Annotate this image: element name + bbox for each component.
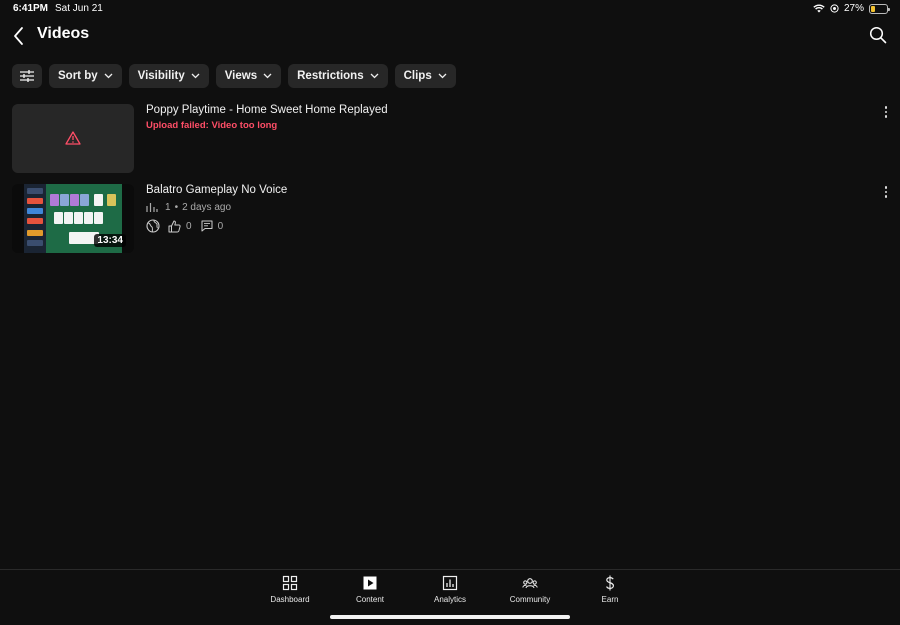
status-date: Sat Jun 21 xyxy=(55,3,103,14)
video-meta: 1 • 2 days ago xyxy=(146,202,231,213)
location-lock-icon xyxy=(830,4,839,13)
nav-label: Content xyxy=(355,595,385,604)
dollar-icon xyxy=(606,575,615,591)
content-icon xyxy=(363,576,377,590)
view-count: 1 xyxy=(165,202,171,213)
header: Videos xyxy=(0,22,900,50)
visibility-chip[interactable]: Visibility xyxy=(128,64,209,88)
nav-community[interactable]: Community xyxy=(490,572,570,606)
nav-label: Earn xyxy=(601,595,619,604)
nav-dashboard[interactable]: Dashboard xyxy=(250,572,330,606)
chip-label: Clips xyxy=(403,70,432,82)
video-title[interactable]: Balatro Gameplay No Voice xyxy=(146,184,287,196)
back-arrow-icon[interactable] xyxy=(10,24,28,48)
filter-settings-button[interactable] xyxy=(12,64,42,88)
chip-label: Sort by xyxy=(58,70,98,82)
chip-label: Views xyxy=(224,70,258,82)
upload-error-text: Upload failed: Video too long xyxy=(146,120,278,131)
status-right: 27% xyxy=(813,3,890,14)
chip-label: Visibility xyxy=(137,70,185,82)
video-row[interactable]: Poppy Playtime - Home Sweet Home Replaye… xyxy=(12,104,888,174)
nav-divider xyxy=(0,569,900,570)
chevron-down-icon xyxy=(370,73,379,79)
restrictions-chip[interactable]: Restrictions xyxy=(288,64,388,88)
nav-label: Dashboard xyxy=(270,595,310,604)
dashboard-icon xyxy=(282,575,298,591)
battery-percent: 27% xyxy=(843,3,864,14)
comment-count: 0 xyxy=(217,220,224,232)
video-thumbnail[interactable] xyxy=(12,104,134,173)
video-title[interactable]: Poppy Playtime - Home Sweet Home Replaye… xyxy=(146,104,388,116)
chevron-down-icon xyxy=(438,73,447,79)
sort-by-chip[interactable]: Sort by xyxy=(49,64,122,88)
meta-separator: • xyxy=(174,202,179,213)
status-bar: 6:41PM Sat Jun 21 27% xyxy=(0,0,900,18)
community-icon xyxy=(522,578,538,589)
video-row[interactable]: 13:34 Balatro Gameplay No Voice 1 • 2 da… xyxy=(12,184,888,254)
views-chip[interactable]: Views xyxy=(215,64,282,88)
chevron-down-icon xyxy=(104,73,113,79)
comment-icon xyxy=(201,220,213,232)
filter-bar: Sort by Visibility Views Restrictions Cl… xyxy=(12,64,456,88)
more-options-icon[interactable] xyxy=(884,186,888,200)
nav-analytics[interactable]: Analytics xyxy=(410,572,490,606)
video-thumbnail[interactable]: 13:34 xyxy=(12,184,134,253)
sliders-icon xyxy=(20,70,34,82)
video-age: 2 days ago xyxy=(182,202,232,213)
nav-earn[interactable]: Earn xyxy=(570,572,650,606)
warning-icon xyxy=(65,131,81,145)
bottom-nav: Dashboard Content Analytics Community Ea… xyxy=(250,572,650,606)
nav-label: Community xyxy=(509,595,551,604)
globe-icon xyxy=(146,219,160,233)
analytics-icon xyxy=(442,575,458,591)
video-stats: 0 0 xyxy=(146,219,223,233)
status-time: 6:41PM xyxy=(13,3,49,14)
thumbs-up-icon xyxy=(168,220,181,232)
home-indicator[interactable] xyxy=(330,615,570,619)
chevron-down-icon xyxy=(191,73,200,79)
wifi-icon xyxy=(813,4,825,13)
nav-label: Analytics xyxy=(433,595,466,604)
nav-content[interactable]: Content xyxy=(330,572,410,606)
search-icon[interactable] xyxy=(868,25,888,45)
chevron-down-icon xyxy=(263,73,272,79)
like-count: 0 xyxy=(186,220,192,232)
video-duration: 13:34 xyxy=(94,234,126,247)
chip-label: Restrictions xyxy=(297,70,364,82)
analytics-icon xyxy=(146,203,158,212)
battery-icon xyxy=(869,3,890,14)
clips-chip[interactable]: Clips xyxy=(394,64,456,88)
page-title: Videos xyxy=(37,25,90,42)
more-options-icon[interactable] xyxy=(884,106,888,120)
